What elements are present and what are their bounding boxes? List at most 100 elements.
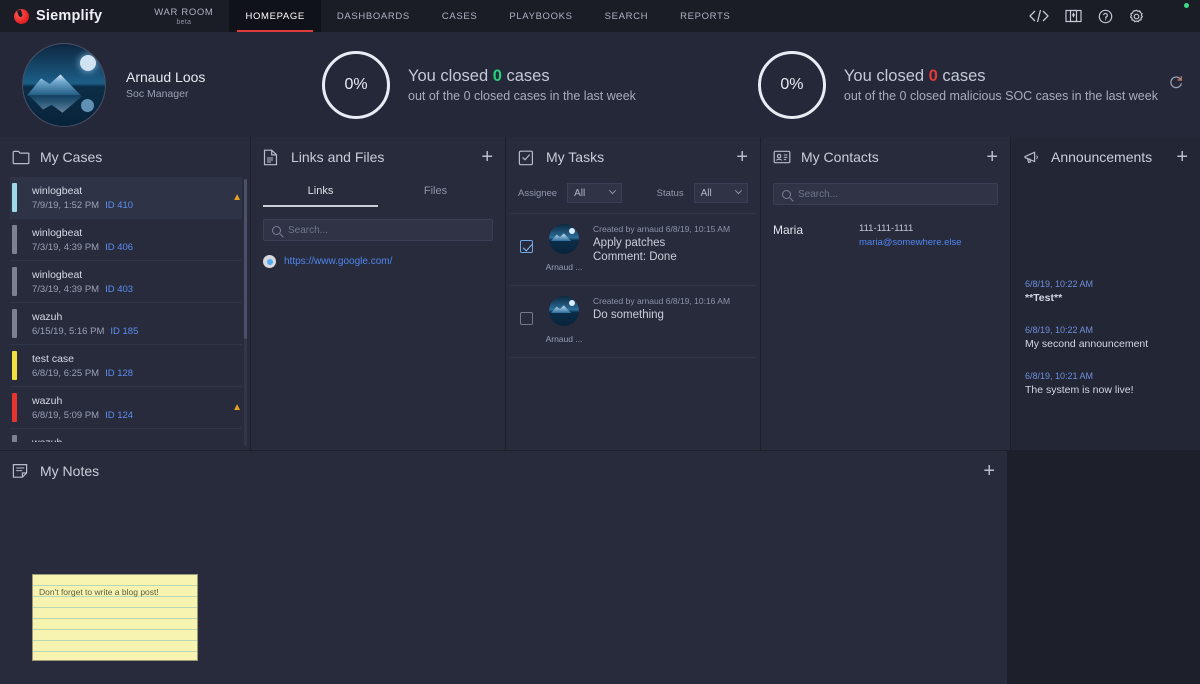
case-id: ID 185: [110, 325, 139, 337]
refresh-icon[interactable]: [1168, 74, 1184, 90]
announcements-header: Announcements +: [1011, 137, 1200, 177]
nav-item-dashboards[interactable]: DASHBOARDS: [321, 0, 426, 32]
brand-logo[interactable]: Siemplify: [0, 0, 120, 32]
tasks-header: My Tasks +: [506, 137, 760, 177]
siemplify-logo-icon: [14, 8, 29, 24]
kpi-text: You closed 0 cases out of the 0 closed c…: [408, 67, 636, 103]
my-cases-panel: My Cases winlogbeat 7/9/19, 1:52 PM ID 410…: [0, 137, 250, 450]
case-meta: 7/3/19, 4:39 PM ID 403: [32, 284, 133, 295]
case-date: 6/8/19, 6:25 PM: [32, 367, 100, 379]
add-note-button[interactable]: +: [983, 461, 995, 481]
case-row[interactable]: wazuh6/8/19, 5:03 PMID 123: [10, 429, 242, 442]
panel-title: My Notes: [40, 463, 100, 479]
case-row[interactable]: winlogbeat 7/9/19, 1:52 PM ID 410 ▲: [10, 177, 242, 219]
announcement-item[interactable]: 6/8/19, 10:21 AM The system is now live!: [1025, 371, 1186, 396]
links-header: Links and Files +: [251, 137, 505, 177]
nav-item-playbooks[interactable]: PLAYBOOKS: [493, 0, 588, 32]
task-checkbox[interactable]: [520, 240, 533, 253]
brand-name: Siemplify: [36, 8, 103, 24]
task-body: Created by arnaud 6/8/19, 10:16 AM Do som…: [593, 296, 730, 323]
announcement-item[interactable]: 6/8/19, 10:22 AM My second announcement: [1025, 325, 1186, 350]
cases-scrollbar[interactable]: [244, 179, 247, 446]
kpi-closed-malicious-cases: 0% You closed 0 cases out of the 0 close…: [757, 50, 1158, 119]
search-icon: [272, 225, 281, 235]
task-checkbox[interactable]: [520, 312, 533, 325]
kpi-suffix: cases: [937, 66, 986, 85]
link-url[interactable]: https://www.google.com/: [284, 256, 392, 267]
nav-item-reports[interactable]: REPORTS: [664, 0, 746, 32]
avatar: [22, 42, 106, 127]
task-row[interactable]: Arnaud ... Created by arnaud 6/8/19, 10:1…: [510, 286, 756, 358]
add-link-button[interactable]: +: [481, 147, 493, 167]
case-name: wazuh: [32, 437, 133, 443]
my-cases-header: My Cases: [0, 137, 250, 177]
task-body: Created by arnaud 6/8/19, 10:15 AM Apply …: [593, 224, 730, 263]
panel-title: My Cases: [40, 149, 103, 165]
link-item[interactable]: https://www.google.com/: [263, 255, 493, 268]
cases-scrollbar-thumb[interactable]: [244, 179, 247, 339]
nav-item-war-room[interactable]: WAR ROOM beta: [138, 0, 229, 32]
case-info: winlogbeat 7/3/19, 4:39 PM ID 406: [32, 227, 133, 253]
mountain-shape: [27, 74, 81, 96]
help-icon[interactable]: [1098, 9, 1113, 24]
contact-card-icon: [773, 148, 791, 166]
user-avatar-icon[interactable]: [1160, 3, 1189, 25]
tab-links[interactable]: Links: [263, 179, 378, 207]
links-and-files-panel: Links and Files + Links Files Search... h…: [250, 137, 505, 450]
moon-reflection-icon: [81, 98, 94, 112]
case-meta: 7/3/19, 4:39 PM ID 406: [32, 242, 133, 253]
filter-select-status[interactable]: All: [693, 183, 748, 203]
links-search-placeholder: Search...: [288, 224, 329, 236]
sticky-note[interactable]: Don't forget to write a blog post!: [32, 574, 198, 661]
header-strip: Arnaud Loos Soc Manager 0% You closed 0 …: [0, 32, 1200, 137]
cases-list[interactable]: winlogbeat 7/9/19, 1:52 PM ID 410 ▲ winlogbe…: [0, 177, 250, 442]
case-priority-bar: [12, 393, 17, 422]
case-info: wazuh 6/8/19, 5:09 PM ID 124: [32, 395, 133, 421]
contacts-search-input[interactable]: Search...: [773, 183, 998, 205]
kpi-percent-ring: 0%: [322, 50, 390, 119]
code-icon[interactable]: [1029, 9, 1049, 23]
warning-icon: ▲: [232, 402, 242, 413]
case-row[interactable]: wazuh 6/8/19, 5:09 PM ID 124 ▲: [10, 387, 242, 429]
panel-title: Links and Files: [291, 149, 385, 165]
book-icon[interactable]: [1065, 9, 1082, 23]
kpi-subtext: out of the 0 closed malicious SOC cases …: [843, 88, 1158, 103]
panel-title: My Tasks: [546, 149, 605, 165]
add-task-button[interactable]: +: [736, 147, 748, 167]
user-role: Soc Manager: [126, 88, 189, 100]
panel-title: Announcements: [1051, 149, 1153, 165]
contact-email[interactable]: maria@somewhere.else: [859, 237, 962, 248]
nav-item-search[interactable]: SEARCH: [589, 0, 665, 32]
case-priority-bar: [12, 435, 17, 442]
announcement-item[interactable]: 6/8/19, 10:22 AM **Test**: [1025, 279, 1186, 304]
links-search-input[interactable]: Search...: [263, 219, 493, 241]
case-row[interactable]: wazuh 6/15/19, 5:16 PM ID 185: [10, 303, 242, 345]
announcement-text: My second announcement: [1025, 338, 1149, 350]
add-contact-button[interactable]: +: [986, 147, 998, 167]
contact-details: 111-111-1111 maria@somewhere.else: [859, 223, 962, 248]
case-row[interactable]: winlogbeat 7/3/19, 4:39 PM ID 406: [10, 219, 242, 261]
contact-row[interactable]: Maria 111-111-1111 maria@somewhere.else: [773, 223, 998, 248]
profile-text: Arnaud Loos Soc Manager: [126, 69, 205, 100]
announcement-text: The system is now live!: [1025, 384, 1134, 396]
announcement-date: 6/8/19, 10:22 AM: [1025, 279, 1094, 289]
my-tasks-panel: My Tasks + Assignee All Status All Arnaud .…: [505, 137, 760, 450]
case-priority-bar: [12, 309, 17, 338]
case-row[interactable]: winlogbeat 7/3/19, 4:39 PM ID 403: [10, 261, 242, 303]
gear-icon[interactable]: [1129, 9, 1144, 24]
case-info: winlogbeat 7/3/19, 4:39 PM ID 403: [32, 269, 133, 295]
filter-select-assignee[interactable]: All: [567, 183, 622, 203]
nav-item-cases[interactable]: CASES: [426, 0, 493, 32]
task-row[interactable]: Arnaud ... Created by arnaud 6/8/19, 10:1…: [510, 213, 756, 286]
kpi-value: 0: [492, 66, 502, 85]
nav-item-label: PLAYBOOKS: [509, 10, 573, 22]
kpi-prefix: You closed: [408, 66, 493, 85]
case-row[interactable]: test case 6/8/19, 6:25 PM ID 128: [10, 345, 242, 387]
kpi-subtext: out of the 0 closed cases in the last we…: [408, 88, 636, 103]
nav-item-label: HOMEPAGE: [245, 10, 305, 22]
add-announcement-button[interactable]: +: [1176, 147, 1188, 167]
tab-files[interactable]: Files: [378, 179, 493, 207]
nav-item-homepage[interactable]: HOMEPAGE: [229, 0, 321, 32]
document-icon: [263, 148, 281, 166]
case-info: wazuh6/8/19, 5:03 PMID 123: [32, 437, 133, 443]
